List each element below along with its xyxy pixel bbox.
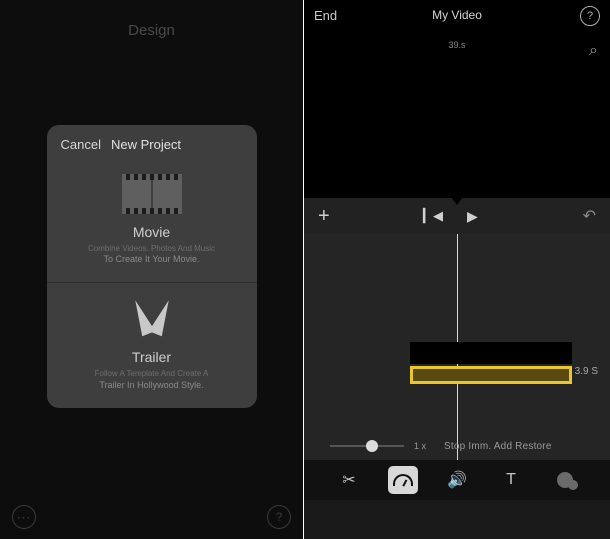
slider-thumb-icon[interactable] bbox=[366, 440, 378, 452]
modal-title: New Project bbox=[111, 137, 181, 152]
left-panel: Design Cancel New Project Movie Combine … bbox=[0, 0, 303, 539]
left-header-title: Design bbox=[0, 0, 303, 39]
help-icon[interactable]: ? bbox=[267, 505, 291, 529]
trailer-desc-1: Follow A Template And Create A bbox=[61, 369, 243, 379]
preview-time: 39.s bbox=[448, 40, 465, 50]
audio-clip[interactable] bbox=[410, 366, 572, 384]
modal-header: Cancel New Project bbox=[47, 125, 257, 158]
cancel-button[interactable]: Cancel bbox=[61, 137, 101, 152]
speedometer-icon bbox=[393, 474, 413, 486]
text-icon: T bbox=[506, 471, 516, 489]
film-icon bbox=[122, 174, 182, 214]
video-clip[interactable] bbox=[410, 342, 572, 364]
trailer-title: Trailer bbox=[61, 349, 243, 365]
cut-button[interactable]: ✂ bbox=[334, 466, 364, 494]
spotlight-icon bbox=[127, 299, 177, 343]
skip-start-button[interactable]: ▎◀ bbox=[423, 208, 443, 224]
filter-button[interactable] bbox=[550, 466, 580, 494]
add-button[interactable]: + bbox=[318, 205, 330, 228]
zoom-slider[interactable] bbox=[330, 445, 404, 447]
playhead-notch-icon bbox=[451, 197, 463, 205]
undo-button[interactable]: ↶ bbox=[583, 206, 596, 226]
zoom-actions-text[interactable]: Stop Imm. Add Restore bbox=[444, 441, 552, 452]
movie-title: Movie bbox=[61, 224, 243, 240]
playback-toolbar: + ▎◀ ▶ ↶ bbox=[304, 198, 610, 234]
end-button[interactable]: End bbox=[314, 8, 337, 23]
help-icon[interactable]: ? bbox=[580, 6, 600, 26]
text-button[interactable]: T bbox=[496, 466, 526, 494]
speaker-icon: 🔊 bbox=[447, 470, 467, 490]
preview-area: End My Video ? 39.s ⌕ bbox=[304, 0, 610, 198]
volume-button[interactable]: 🔊 bbox=[442, 466, 472, 494]
play-button[interactable]: ▶ bbox=[467, 208, 478, 225]
magnify-icon[interactable]: ⌕ bbox=[589, 42, 598, 60]
video-title: My Video bbox=[432, 8, 482, 22]
trailer-desc-2: Trailer In Hollywood Style. bbox=[61, 380, 243, 390]
movie-option[interactable]: Movie Combine Videos. Photos And Music T… bbox=[47, 158, 257, 282]
new-project-modal: Cancel New Project Movie Combine Videos.… bbox=[47, 125, 257, 408]
speed-button[interactable] bbox=[388, 466, 418, 494]
movie-desc-2: To Create It Your Movie. bbox=[61, 254, 243, 264]
color-filter-icon bbox=[557, 472, 573, 488]
clip-duration: 3.9 S bbox=[575, 366, 598, 377]
bottom-toolbar: ✂ 🔊 T bbox=[304, 460, 610, 500]
zoom-row: 1 x Stop Imm. Add Restore bbox=[304, 436, 610, 456]
right-panel: End My Video ? 39.s ⌕ + ▎◀ ▶ ↶ 3.9 S 1 x… bbox=[304, 0, 610, 539]
trailer-option[interactable]: Trailer Follow A Template And Create A T… bbox=[47, 282, 257, 407]
zoom-level: 1 x bbox=[414, 441, 426, 451]
scissors-icon: ✂ bbox=[342, 470, 355, 490]
timeline-area[interactable]: 3.9 S 1 x Stop Imm. Add Restore ✂ 🔊 T bbox=[304, 234, 610, 500]
more-icon[interactable]: ⋯ bbox=[12, 505, 36, 529]
movie-desc-1: Combine Videos. Photos And Music bbox=[61, 244, 243, 254]
